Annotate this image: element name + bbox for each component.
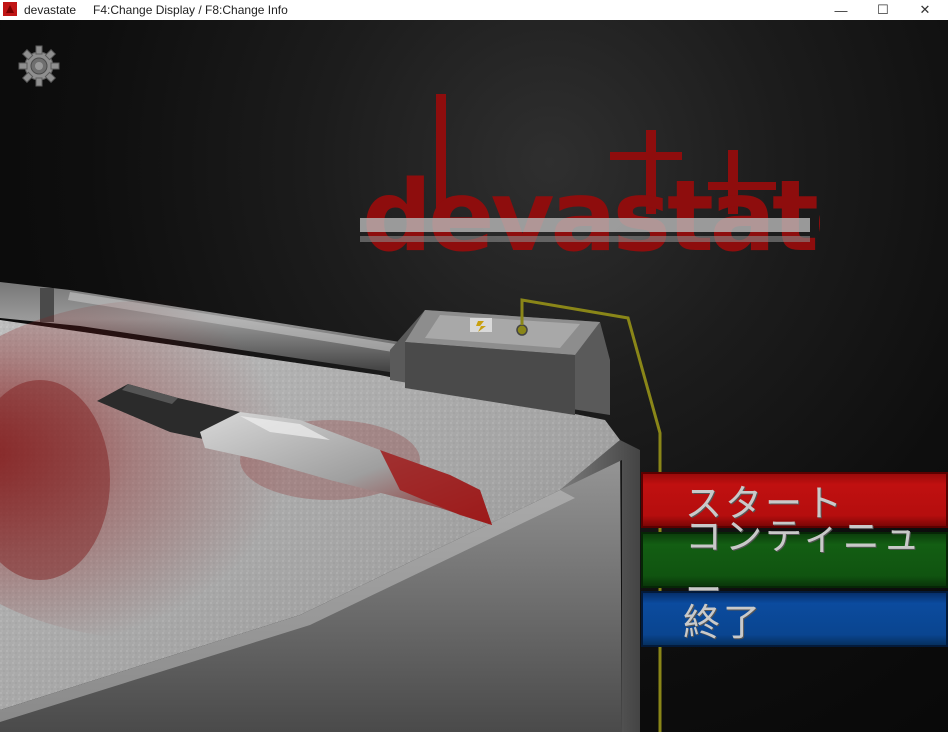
window-title: devastate [24,3,77,17]
close-icon: ✕ [919,2,931,17]
maximize-button[interactable]: ☐ [860,0,906,20]
minimize-button[interactable]: — [818,0,864,20]
quit-button[interactable]: 終了 [641,591,948,647]
window-title-bar[interactable]: devastate F4:Change Display / F8:Change … [0,0,948,20]
maximize-icon: ☐ [877,2,889,17]
game-logo: devastate [360,94,820,270]
quit-button-label: 終了 [683,601,763,644]
logo-text: devastate [362,160,820,270]
gear-icon[interactable] [18,45,60,87]
close-button[interactable]: ✕ [902,0,948,20]
game-screen: devastate スタート コンティニュー 終了 [0,20,948,732]
app-icon [3,2,17,16]
key-hint-text: F4:Change Display / F8:Change Info [93,3,288,17]
continue-button[interactable]: コンティニュー [641,515,948,612]
minimize-icon: — [834,2,848,18]
